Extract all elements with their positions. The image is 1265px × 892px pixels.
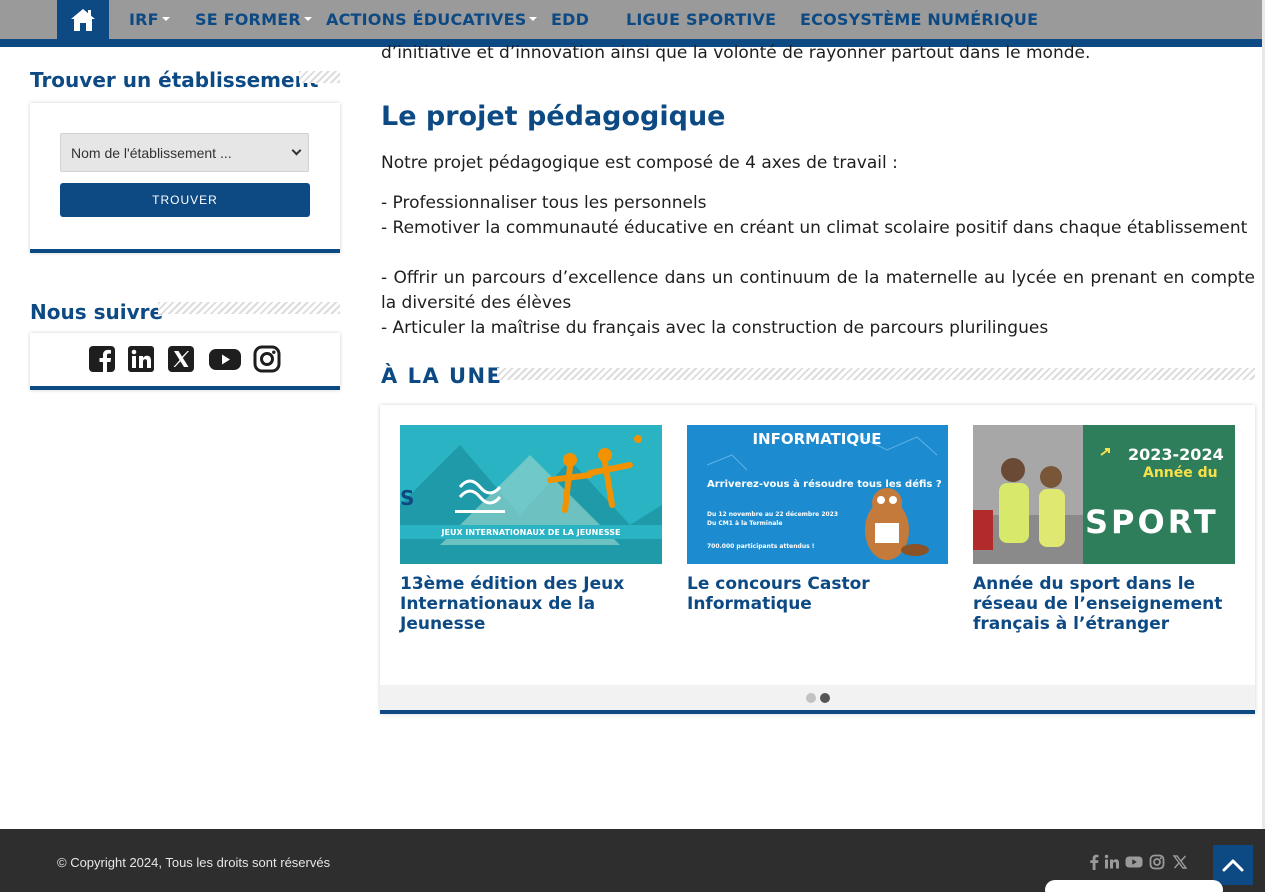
news-image-castor: INFORMATIQUE Arriverez-vous à résoudre t… — [687, 425, 948, 564]
news-image-castor-participants: 700.000 participants attendus ! — [707, 543, 815, 550]
linkedin-icon[interactable] — [1104, 854, 1120, 870]
news-caption[interactable]: 13ème édition des Jeux Internationaux de… — [400, 574, 662, 634]
news-image-sport-sub: Année du — [1143, 465, 1218, 481]
follow-us-card — [30, 333, 340, 390]
news-image-sport-word: SPORT — [1085, 503, 1219, 541]
footer: © Copyright 2024, Tous les droits sont r… — [0, 829, 1265, 892]
back-to-top-button[interactable] — [1213, 845, 1253, 885]
news-image-sport-year: 2023-2024 — [1128, 445, 1224, 464]
news-image-castor-dates: Du 12 novembre au 22 décembre 2023 — [707, 511, 838, 518]
news-image-castor-levels: Du CM1 à la Terminale — [707, 520, 782, 527]
footer-overlay-tab[interactable] — [1045, 880, 1223, 892]
home-icon — [71, 9, 95, 31]
nav-item-edd[interactable]: EDD — [551, 10, 589, 29]
find-establishment-card: Nom de l'établissement ... TROUVER — [30, 103, 340, 253]
title-hatch — [299, 71, 340, 83]
axis-item: - Professionnaliser tous les personnels — [381, 193, 707, 213]
nav-item-ligue-sportive[interactable]: LIGUE SPORTIVE — [626, 10, 776, 29]
section-heading: Le projet pédagogique — [381, 101, 726, 132]
news-card[interactable]: INFORMATIQUE Arriverez-vous à résoudre t… — [687, 425, 948, 614]
carousel-pagination — [380, 685, 1255, 710]
carousel-dot-active[interactable] — [820, 693, 830, 703]
section-lead: Notre projet pédagogique est composé de … — [381, 153, 898, 173]
title-hatch — [497, 368, 1255, 380]
nav-item-actions-educatives[interactable]: ACTIONS ÉDUCATIVES — [326, 10, 538, 29]
find-button[interactable]: TROUVER — [60, 183, 310, 217]
follow-us-title: Nous suivre — [30, 300, 164, 324]
copyright-text: © Copyright 2024, Tous les droits sont r… — [57, 855, 331, 870]
chevron-down-icon — [161, 17, 170, 21]
axis-item: - Articuler la maîtrise du français avec… — [381, 318, 1049, 338]
news-caption[interactable]: Le concours Castor Informatique — [687, 574, 948, 614]
carousel-dot[interactable] — [806, 693, 816, 703]
establishment-select-value: Nom de l'établissement ... — [71, 145, 232, 161]
linkedin-icon[interactable] — [127, 345, 155, 373]
news-section-title: À LA UNE — [381, 364, 503, 388]
intro-text: d’initiative et d’innovation ainsi que l… — [381, 43, 1091, 63]
home-button[interactable] — [57, 0, 109, 40]
x-icon[interactable] — [167, 345, 195, 373]
news-card[interactable]: S JEUX INTERNATIONAUX DE LA JEUNESSE 13è… — [400, 425, 662, 634]
nav-item-irf[interactable]: IRF — [129, 10, 170, 29]
youtube-icon[interactable] — [1125, 854, 1143, 870]
news-carousel: S JEUX INTERNATIONAUX DE LA JEUNESSE 13è… — [380, 405, 1255, 714]
instagram-icon[interactable] — [253, 345, 281, 373]
svg-text:S: S — [400, 486, 414, 510]
chevron-down-icon — [291, 145, 302, 156]
axis-item: - Offrir un parcours d’excellence dans u… — [381, 268, 1255, 313]
instagram-icon[interactable] — [1149, 854, 1165, 870]
news-image-jeux: S JEUX INTERNATIONAUX DE LA JEUNESSE — [400, 425, 662, 564]
title-hatch — [158, 302, 340, 314]
news-card[interactable]: 2023-2024 Année du SPORT Année du sport … — [973, 425, 1235, 634]
news-image-sport: 2023-2024 Année du SPORT — [973, 425, 1235, 564]
youtube-icon[interactable] — [208, 345, 242, 373]
nav-item-ecosysteme-numerique[interactable]: ECOSYSTÈME NUMÉRIQUE — [800, 10, 1038, 29]
news-image-castor-question: Arriverez-vous à résoudre tous les défis… — [707, 478, 942, 490]
news-caption[interactable]: Année du sport dans le réseau de l’ensei… — [973, 574, 1235, 634]
nav-item-se-former[interactable]: SE FORMER — [195, 10, 312, 29]
axis-item: - Remotiver la communauté éducative en c… — [381, 218, 1248, 238]
x-icon[interactable] — [1172, 854, 1188, 870]
facebook-icon[interactable] — [1086, 854, 1102, 870]
news-image-jeux-text: JEUX INTERNATIONAUX DE LA JEUNESSE — [441, 528, 621, 537]
find-establishment-title: Trouver un établissement — [30, 68, 319, 92]
chevron-up-icon — [1222, 859, 1244, 872]
chevron-down-icon — [303, 17, 312, 21]
news-image-castor-title: INFORMATIQUE — [752, 430, 881, 448]
establishment-select[interactable]: Nom de l'établissement ... — [60, 133, 309, 172]
chevron-down-icon — [529, 17, 538, 21]
facebook-icon[interactable] — [88, 345, 116, 373]
top-navigation: IRF SE FORMER ACTIONS ÉDUCATIVES EDD LIG… — [0, 0, 1265, 47]
